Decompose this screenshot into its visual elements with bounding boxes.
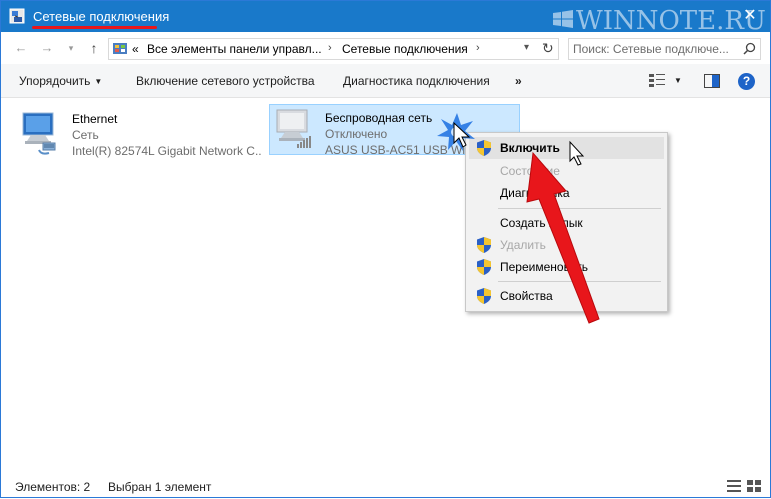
- breadcrumb-control-panel[interactable]: Все элементы панели управл...: [147, 42, 322, 56]
- menu-item-delete[interactable]: Удалить: [469, 234, 664, 256]
- address-dropdown-icon[interactable]: ▾: [524, 42, 529, 53]
- menu-item-rename[interactable]: Переименовать: [469, 256, 664, 278]
- enable-device-button[interactable]: Включение сетевого устройства: [136, 74, 315, 88]
- menu-item-status[interactable]: Состояние: [469, 160, 664, 182]
- menu-separator: [498, 281, 661, 282]
- window-title: Сетевые подключения: [33, 9, 170, 24]
- chevron-down-icon: ▼: [94, 77, 103, 86]
- back-arrow-icon[interactable]: ←: [13, 40, 29, 56]
- context-menu: Включить Состояние Диагностика Создать я…: [465, 132, 668, 312]
- status-bar: Элементов: 2 Выбран 1 элемент: [1, 475, 770, 497]
- close-button[interactable]: ✕: [736, 5, 764, 27]
- details-view-icon[interactable]: [727, 480, 741, 492]
- search-box[interactable]: [568, 38, 761, 60]
- address-overflow-chevrons[interactable]: «: [132, 42, 139, 56]
- menu-item-properties[interactable]: Свойства: [469, 285, 664, 307]
- menu-item-label: Свойства: [500, 289, 553, 303]
- up-arrow-icon[interactable]: ↑: [86, 40, 102, 56]
- menu-item-enable[interactable]: Включить: [469, 137, 664, 159]
- breadcrumb-separator[interactable]: ›: [476, 42, 480, 54]
- refresh-icon[interactable]: ↻: [542, 40, 554, 57]
- uac-shield-icon: [477, 259, 491, 275]
- breadcrumb-network-connections[interactable]: Сетевые подключения: [342, 42, 468, 56]
- diagnose-connection-button[interactable]: Диагностика подключения: [343, 74, 490, 88]
- help-icon[interactable]: ?: [738, 73, 755, 90]
- wireless-adapter-icon: [276, 109, 311, 148]
- connection-name: Ethernet: [72, 112, 118, 126]
- title-annotation-underline: [32, 26, 157, 29]
- uac-shield-icon: [477, 237, 491, 253]
- command-bar: Упорядочить ▼ Включение сетевого устройст…: [1, 64, 770, 98]
- menu-item-create-shortcut[interactable]: Создать ярлык: [469, 212, 664, 234]
- address-row: ← → ▾ ↑ « Все элементы панели управл... …: [1, 32, 770, 64]
- menu-item-label: Создать ярлык: [500, 216, 583, 230]
- title-bar[interactable]: Сетевые подключения WINNOTE.RU ✕: [1, 1, 770, 36]
- change-view-icon[interactable]: [649, 74, 665, 88]
- menu-item-label: Включить: [500, 141, 560, 155]
- connection-ethernet[interactable]: Ethernet Сеть Intel(R) 82574L Gigabit Ne…: [17, 106, 267, 161]
- ethernet-adapter-icon: [22, 112, 56, 155]
- menu-item-label: Удалить: [500, 238, 546, 252]
- network-connections-app-icon: [9, 8, 25, 24]
- more-commands-button[interactable]: »: [515, 74, 522, 88]
- connection-name: Беспроводная сеть: [325, 111, 433, 125]
- breadcrumb-separator[interactable]: ›: [328, 42, 332, 54]
- menu-item-diagnostics[interactable]: Диагностика: [469, 182, 664, 204]
- organize-label: Упорядочить: [19, 74, 91, 88]
- connection-adapter: ASUS USB-AC51 USB Wir...: [325, 143, 465, 157]
- view-options-chevron-down-icon[interactable]: ▼: [674, 76, 682, 85]
- item-count: Элементов: 2: [15, 480, 91, 494]
- connection-status: Отключено: [325, 127, 388, 141]
- window: Сетевые подключения WINNOTE.RU ✕ ← → ▾ ↑…: [0, 0, 771, 498]
- menu-item-label: Диагностика: [500, 186, 570, 200]
- connection-adapter: Intel(R) 82574L Gigabit Network C...: [72, 144, 262, 158]
- recent-chevron-down-icon[interactable]: ▾: [63, 40, 79, 56]
- menu-item-label: Состояние: [500, 164, 560, 178]
- forward-arrow-icon[interactable]: →: [39, 40, 55, 56]
- organize-button[interactable]: Упорядочить ▼: [19, 74, 102, 88]
- menu-item-label: Переименовать: [500, 260, 588, 274]
- control-panel-icon: [113, 43, 127, 54]
- search-input[interactable]: [573, 41, 738, 57]
- selection-count: Выбран 1 элемент: [108, 480, 212, 494]
- connection-status: Сеть: [72, 128, 99, 142]
- preview-pane-icon[interactable]: [704, 74, 720, 88]
- uac-shield-icon: [477, 288, 491, 304]
- uac-shield-icon: [477, 140, 491, 156]
- menu-separator: [498, 208, 661, 209]
- address-bar[interactable]: « Все элементы панели управл... › Сетевы…: [108, 38, 559, 60]
- windows-logo-watermark-icon: [553, 10, 573, 28]
- large-icons-view-icon[interactable]: [747, 480, 761, 492]
- search-icon: [743, 42, 756, 55]
